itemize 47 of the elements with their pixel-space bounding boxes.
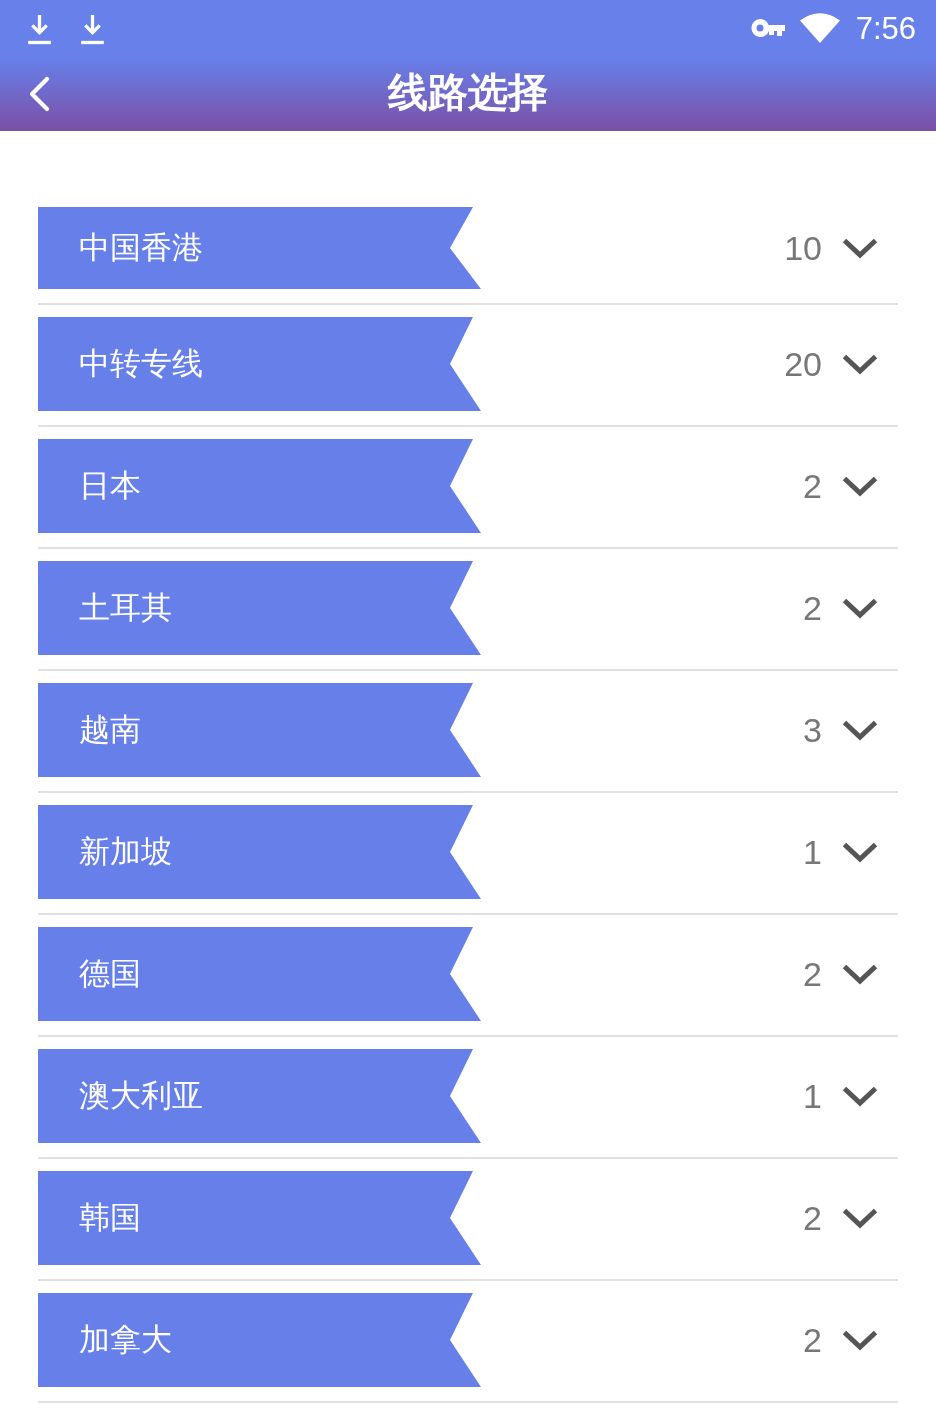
- page-title: 线路选择: [388, 72, 548, 112]
- region-banner[interactable]: 日本: [38, 439, 481, 533]
- server-count: 10: [784, 231, 822, 265]
- region-banner[interactable]: 新加坡: [38, 805, 481, 899]
- back-icon[interactable]: [28, 76, 50, 112]
- chevron-down-icon[interactable]: [842, 1207, 878, 1229]
- region-label: 土耳其: [79, 589, 172, 627]
- chevron-down-icon[interactable]: [842, 237, 878, 259]
- server-count: 2: [803, 957, 822, 991]
- region-banner[interactable]: 土耳其: [38, 561, 481, 655]
- region-label: 中国香港: [79, 229, 203, 267]
- server-count: 2: [803, 1201, 822, 1235]
- region-label: 越南: [79, 711, 141, 749]
- region-label: 加拿大: [79, 1321, 172, 1359]
- chevron-down-icon[interactable]: [842, 1329, 878, 1351]
- region-banner[interactable]: 韩国: [38, 1171, 481, 1265]
- server-count: 2: [803, 1323, 822, 1357]
- chevron-down-icon[interactable]: [842, 1085, 878, 1107]
- chevron-down-icon[interactable]: [842, 475, 878, 497]
- region-label: 澳大利亚: [79, 1077, 203, 1115]
- region-label: 韩国: [79, 1199, 141, 1237]
- region-banner[interactable]: 加拿大: [38, 1293, 481, 1387]
- server-count: 1: [803, 835, 822, 869]
- server-count: 2: [803, 469, 822, 503]
- region-label: 中转专线: [79, 345, 203, 383]
- server-count: 3: [803, 713, 822, 747]
- chevron-down-icon[interactable]: [842, 963, 878, 985]
- status-time: 7:56: [855, 12, 916, 44]
- server-count: 1: [803, 1079, 822, 1113]
- region-banner[interactable]: 中国香港: [38, 207, 481, 289]
- chevron-down-icon[interactable]: [842, 597, 878, 619]
- download-icon: [80, 12, 105, 46]
- region-banner[interactable]: 中转专线: [38, 317, 481, 411]
- server-count: 2: [803, 591, 822, 625]
- region-banner[interactable]: 澳大利亚: [38, 1049, 481, 1143]
- key-icon: [750, 19, 785, 37]
- region-label: 德国: [79, 955, 141, 993]
- server-count: 20: [784, 347, 822, 381]
- region-banner[interactable]: 德国: [38, 927, 481, 1021]
- download-icon: [27, 12, 52, 46]
- chevron-down-icon[interactable]: [842, 719, 878, 741]
- region-label: 日本: [79, 467, 141, 505]
- wifi-icon: [799, 13, 840, 43]
- region-banner[interactable]: 越南: [38, 683, 481, 777]
- region-label: 新加坡: [79, 833, 172, 871]
- chevron-down-icon[interactable]: [842, 353, 878, 375]
- chevron-down-icon[interactable]: [842, 841, 878, 863]
